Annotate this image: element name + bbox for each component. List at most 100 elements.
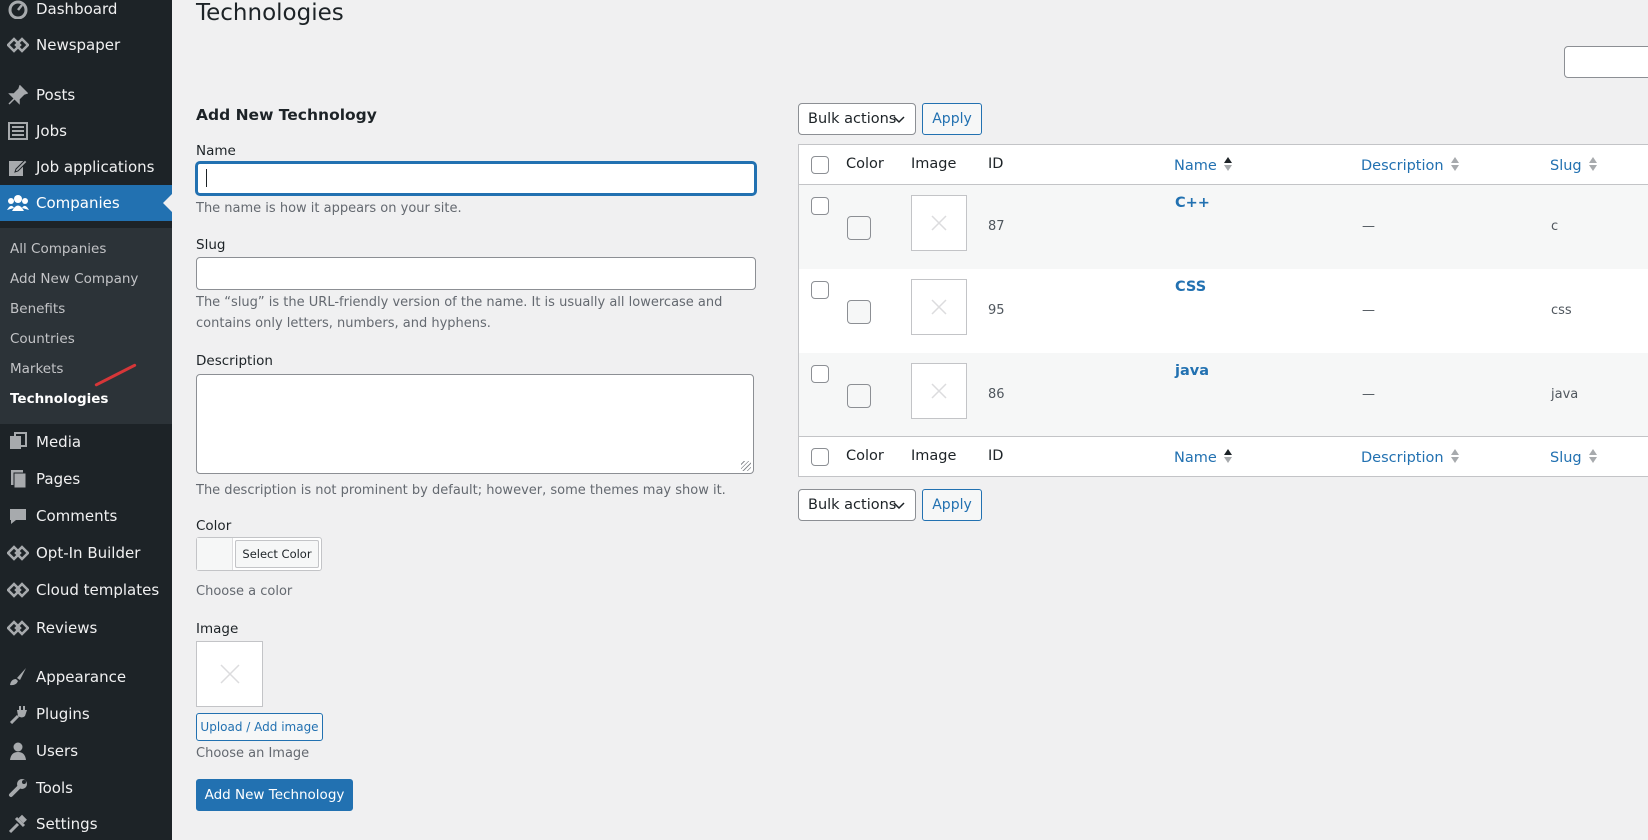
sort-icon (1588, 156, 1598, 176)
plug-icon (7, 703, 29, 725)
name-label: Name (196, 143, 236, 159)
dashboard-icon (7, 0, 29, 20)
row-checkbox[interactable] (811, 197, 829, 215)
admin-sidebar: Dashboard Newspaper Posts Jobs Job appli… (0, 0, 172, 840)
page-title: Technologies (196, 0, 344, 26)
select-all-checkbox[interactable] (811, 156, 829, 174)
menu-label: Media (36, 433, 82, 451)
menu-item-companies[interactable]: Companies (0, 185, 172, 221)
column-image: Image (911, 156, 957, 172)
sort-icon (1450, 448, 1460, 468)
submenu-add-new-company[interactable]: Add New Company (10, 271, 138, 287)
bulk-actions-select-bottom[interactable]: Bulk actions (798, 489, 916, 521)
row-checkbox[interactable] (811, 365, 829, 383)
row-description: — (1362, 303, 1375, 318)
bulk-actions-label: Bulk actions (808, 497, 897, 513)
menu-item-tools[interactable]: Tools (0, 770, 172, 806)
row-image-thumb (911, 195, 967, 251)
placeholder-x-icon (219, 664, 240, 684)
color-swatch[interactable] (197, 538, 233, 570)
image-help-text: Choose an Image (196, 746, 310, 761)
search-input[interactable] (1564, 46, 1648, 78)
column-description-label: Description (1361, 450, 1444, 466)
row-slug: css (1551, 303, 1572, 318)
menu-item-dashboard[interactable]: Dashboard (0, 0, 172, 27)
menu-label: Tools (36, 779, 73, 797)
submenu-markets[interactable]: Markets (10, 361, 63, 377)
placeholder-x-icon (931, 383, 947, 399)
upload-image-button[interactable]: Upload / Add image (196, 713, 323, 741)
select-all-checkbox-bottom[interactable] (811, 448, 829, 466)
technologies-table: Color Image ID Name Description Slug 87 … (798, 144, 1648, 477)
newspaper-icon (7, 542, 29, 564)
select-color-button[interactable]: Select Color (235, 540, 319, 568)
apply-button-top[interactable]: Apply (922, 103, 982, 135)
row-id: 86 (988, 387, 1005, 402)
slug-input[interactable] (196, 257, 756, 290)
row-name-link[interactable]: java (1175, 363, 1209, 379)
newspaper-icon (7, 34, 29, 56)
menu-item-settings[interactable]: Settings (0, 806, 172, 840)
menu-item-users[interactable]: Users (0, 733, 172, 769)
menu-item-pages[interactable]: Pages (0, 461, 172, 497)
name-input[interactable] (196, 162, 756, 195)
row-checkbox[interactable] (811, 281, 829, 299)
color-picker[interactable]: Select Color (196, 537, 322, 571)
media-icon (7, 431, 29, 453)
menu-item-opt-in-builder[interactable]: Opt-In Builder (0, 535, 172, 571)
menu-item-newspaper[interactable]: Newspaper (0, 27, 172, 63)
add-new-technology-button[interactable]: Add New Technology (196, 779, 353, 811)
column-name[interactable]: Name (1174, 448, 1233, 468)
menu-item-comments[interactable]: Comments (0, 498, 172, 534)
sort-icon (1450, 156, 1460, 176)
submenu-benefits[interactable]: Benefits (10, 301, 65, 317)
column-slug-label: Slug (1550, 450, 1582, 466)
row-id: 95 (988, 303, 1005, 318)
description-textarea[interactable] (196, 374, 754, 474)
menu-item-plugins[interactable]: Plugins (0, 696, 172, 732)
menu-label: Jobs (36, 122, 67, 140)
column-slug-label: Slug (1550, 158, 1582, 174)
menu-item-posts[interactable]: Posts (0, 77, 172, 113)
menu-label: Reviews (36, 619, 98, 637)
table-row: 87 C++ — c (799, 185, 1648, 269)
color-label: Color (196, 518, 232, 534)
chevron-down-icon (893, 499, 905, 515)
column-name[interactable]: Name (1174, 156, 1233, 176)
menu-label: Pages (36, 470, 81, 488)
column-description[interactable]: Description (1361, 156, 1460, 176)
description-help-text: The description is not prominent by defa… (196, 483, 726, 498)
submenu-countries[interactable]: Countries (10, 331, 75, 347)
submenu-all-companies[interactable]: All Companies (10, 241, 106, 257)
row-slug: java (1551, 387, 1579, 402)
menu-item-appearance[interactable]: Appearance (0, 659, 172, 695)
placeholder-x-icon (931, 215, 947, 231)
bulk-actions-select-top[interactable]: Bulk actions (798, 103, 916, 135)
column-slug[interactable]: Slug (1550, 156, 1598, 176)
menu-label: Appearance (36, 668, 127, 686)
resize-handle[interactable] (741, 461, 751, 471)
column-slug[interactable]: Slug (1550, 448, 1598, 468)
image-preview (196, 641, 263, 707)
table-footer-row: Color Image ID Name Description Slug (799, 436, 1648, 476)
image-label: Image (196, 621, 239, 637)
apply-button-bottom[interactable]: Apply (922, 489, 982, 521)
menu-item-jobs[interactable]: Jobs (0, 113, 172, 149)
row-name-link[interactable]: C++ (1175, 195, 1210, 211)
table-row: 95 CSS — css (799, 269, 1648, 353)
menu-item-job-applications[interactable]: Job applications (0, 149, 172, 185)
pages-icon (7, 468, 29, 490)
row-color-swatch (847, 300, 871, 324)
menu-item-cloud-templates[interactable]: Cloud templates (0, 572, 172, 608)
menu-item-reviews[interactable]: Reviews (0, 610, 172, 646)
column-description-label: Description (1361, 158, 1444, 174)
column-description[interactable]: Description (1361, 448, 1460, 468)
row-id: 87 (988, 219, 1005, 234)
row-name-link[interactable]: CSS (1175, 279, 1206, 295)
menu-label: Companies (36, 194, 120, 212)
slug-help-text: The “slug” is the URL-friendly version o… (196, 295, 723, 331)
submenu-technologies[interactable]: Technologies (10, 391, 108, 407)
edit-icon (7, 156, 29, 178)
menu-item-media[interactable]: Media (0, 424, 172, 460)
text-caret (206, 169, 207, 187)
